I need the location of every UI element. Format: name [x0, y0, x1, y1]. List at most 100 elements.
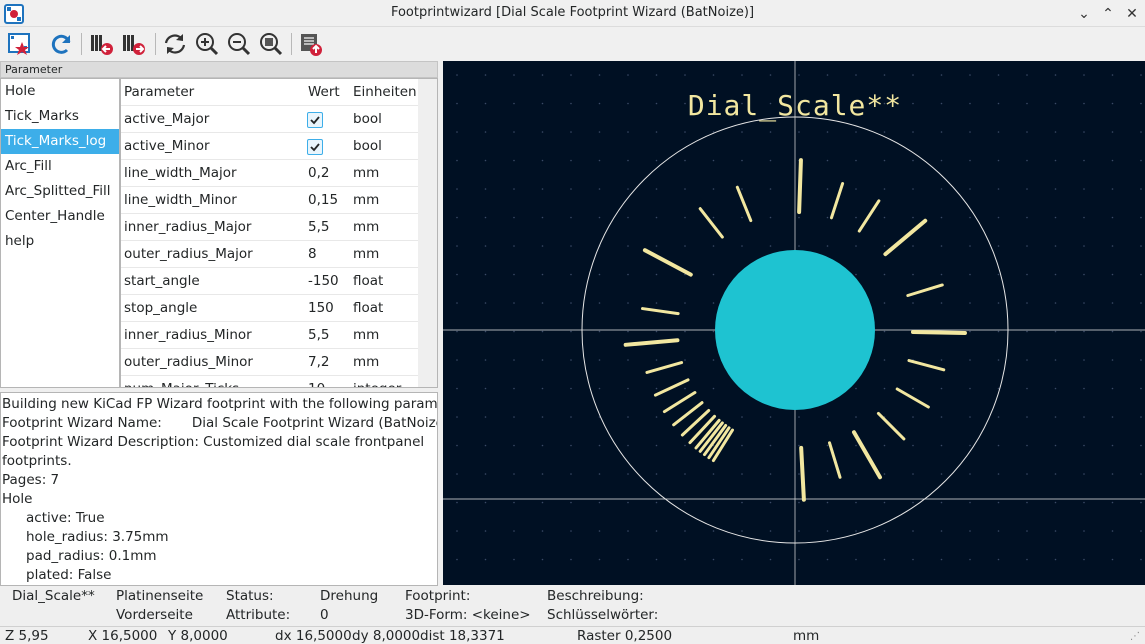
zoom-fit-icon[interactable] — [258, 31, 284, 57]
wizard-message-log: Building new KiCad FP Wizard footprint w… — [0, 392, 438, 586]
attributes-label: Attribute: — [226, 607, 291, 623]
select-wizard-icon[interactable] — [7, 31, 33, 57]
parameter-row[interactable]: active_Major bool — [121, 105, 419, 132]
parameter-row[interactable]: line_width_Minor 0,15 mm — [121, 186, 419, 213]
log-line: pad_radius: 0.1mm — [26, 548, 157, 564]
column-header-unit[interactable]: Einheiten — [353, 84, 417, 100]
column-header-parameter[interactable]: Parameter — [124, 84, 194, 100]
parameter-row[interactable]: active_Minor bool — [121, 132, 419, 159]
parameter-value[interactable]: 0,15 — [308, 192, 338, 208]
parameter-panel-header: Parameter — [0, 61, 438, 78]
parameter-name: inner_radius_Minor — [124, 327, 252, 343]
parameter-value[interactable]: 10 — [308, 381, 325, 387]
maximize-icon[interactable]: ⌃ — [1098, 4, 1118, 24]
log-line: active: True — [26, 510, 105, 526]
export-footprint-icon[interactable] — [298, 31, 324, 57]
log-line: Footprint Wizard Name: Dial Scale Footpr… — [2, 415, 438, 431]
parameter-row[interactable]: num_Major_Ticks 10 integer — [121, 375, 419, 387]
page-list-item[interactable]: Center_Handle — [1, 204, 119, 229]
zoom-out-icon[interactable] — [226, 31, 252, 57]
parameter-value[interactable]: 0,2 — [308, 165, 329, 181]
parameter-name: line_width_Minor — [124, 192, 237, 208]
parameter-value[interactable]: 150 — [308, 300, 334, 316]
resize-grip-icon[interactable]: ⋰ — [1130, 631, 1140, 642]
log-line: Pages: 7 — [2, 472, 60, 488]
dy-readout: dy 8,0000 — [352, 628, 421, 644]
parameter-value[interactable]: 8 — [308, 246, 317, 262]
window-title: Footprintwizard [Dial Scale Footprint Wi… — [390, 5, 755, 20]
rotation-label: Drehung — [320, 588, 379, 604]
log-line: footprints. — [2, 453, 72, 469]
canvas-drawing: Dial_Scale** — [443, 61, 1145, 585]
parameter-unit: mm — [353, 246, 380, 262]
parameter-value[interactable]: -150 — [308, 273, 339, 289]
pages-list[interactable]: Hole Tick_Marks Tick_Marks_log Arc_Fill Arc_… — [0, 78, 120, 388]
parameter-name: num_Major_Ticks — [124, 381, 239, 387]
log-line: Footprint Wizard Description: Customized… — [2, 434, 425, 450]
parameter-value[interactable]: 5,5 — [308, 219, 329, 235]
parameter-row[interactable]: start_angle -150 float — [121, 267, 419, 294]
coordinate-status-bar: Z 5,95 X 16,5000 Y 8,0000 dx 16,5000 dy … — [0, 626, 1145, 644]
footprint-preview-canvas[interactable]: Dial_Scale** — [443, 61, 1145, 585]
grid-header: Parameter Wert Einheiten — [121, 79, 419, 105]
close-icon[interactable]: ✕ — [1122, 4, 1142, 24]
parameter-checkbox[interactable] — [307, 139, 323, 155]
log-line: Hole — [2, 491, 33, 507]
parameter-row[interactable]: inner_radius_Minor 5,5 mm — [121, 321, 419, 348]
grid-readout: Raster 0,2500 — [577, 628, 673, 644]
zoom-in-icon[interactable] — [194, 31, 220, 57]
tick-mark — [910, 330, 967, 335]
parameter-name: line_width_Major — [124, 165, 237, 181]
grid-scrollbar[interactable] — [418, 79, 437, 387]
reload-icon[interactable] — [48, 31, 74, 57]
log-line: hole_radius: 3.75mm — [26, 529, 169, 545]
keywords-label: Schlüsselwörter: — [547, 607, 659, 623]
toolbar-separator — [291, 33, 292, 55]
parameter-row[interactable]: stop_angle 150 float — [121, 294, 419, 321]
toolbar-separator — [81, 33, 82, 55]
parameter-value[interactable]: 7,2 — [308, 354, 329, 370]
parameter-row[interactable]: outer_radius_Major 8 mm — [121, 240, 419, 267]
parameter-row[interactable]: inner_radius_Major 5,5 mm — [121, 213, 419, 240]
page-list-item[interactable]: help — [1, 229, 119, 254]
page-list-item[interactable]: Tick_Marks_log — [1, 129, 119, 154]
units-readout: mm — [793, 628, 820, 644]
rotation-value: 0 — [320, 607, 329, 623]
side-value: Vorderseite — [116, 607, 193, 623]
side-label: Platinenseite — [116, 588, 204, 604]
tick-mark — [797, 158, 803, 215]
page-list-item[interactable]: Tick_Marks — [1, 104, 119, 129]
toolbar-separator — [155, 33, 156, 55]
parameter-value[interactable]: 5,5 — [308, 327, 329, 343]
column-header-value[interactable]: Wert — [308, 84, 340, 100]
toolbar — [0, 27, 1145, 61]
minimize-icon[interactable]: ⌄ — [1074, 4, 1094, 24]
redraw-icon[interactable] — [162, 31, 188, 57]
previous-page-icon[interactable] — [89, 31, 115, 57]
page-list-item[interactable]: Arc_Splitted_Fill — [1, 179, 119, 204]
parameter-grid[interactable]: Parameter Wert Einheiten active_Major boo… — [120, 78, 438, 388]
parameter-unit: mm — [353, 327, 380, 343]
parameter-row[interactable]: outer_radius_Minor 7,2 mm — [121, 348, 419, 375]
3d-model-label: 3D-Form: <keine> — [405, 607, 531, 623]
parameter-name: start_angle — [124, 273, 200, 289]
parameter-unit: mm — [353, 354, 380, 370]
page-list-item[interactable]: Arc_Fill — [1, 154, 119, 179]
y-readout: Y 8,0000 — [168, 628, 228, 644]
page-list-item[interactable]: Hole — [1, 79, 119, 104]
parameter-unit: integer — [353, 381, 401, 387]
parameter-unit: bool — [353, 138, 382, 154]
title-bar: Footprintwizard [Dial Scale Footprint Wi… — [0, 0, 1145, 27]
center-pad[interactable] — [715, 250, 875, 410]
parameter-row[interactable]: line_width_Major 0,2 mm — [121, 159, 419, 186]
description-label: Beschreibung: — [547, 588, 644, 604]
parameter-unit: float — [353, 300, 384, 316]
reference-label: Dial_Scale** — [688, 89, 902, 123]
status-label: Status: — [226, 588, 274, 604]
log-line: plated: False — [26, 567, 112, 583]
parameter-unit: mm — [353, 219, 380, 235]
parameter-checkbox[interactable] — [307, 112, 323, 128]
tick-mark — [799, 445, 806, 502]
parameter-unit: mm — [353, 165, 380, 181]
next-page-icon[interactable] — [121, 31, 147, 57]
